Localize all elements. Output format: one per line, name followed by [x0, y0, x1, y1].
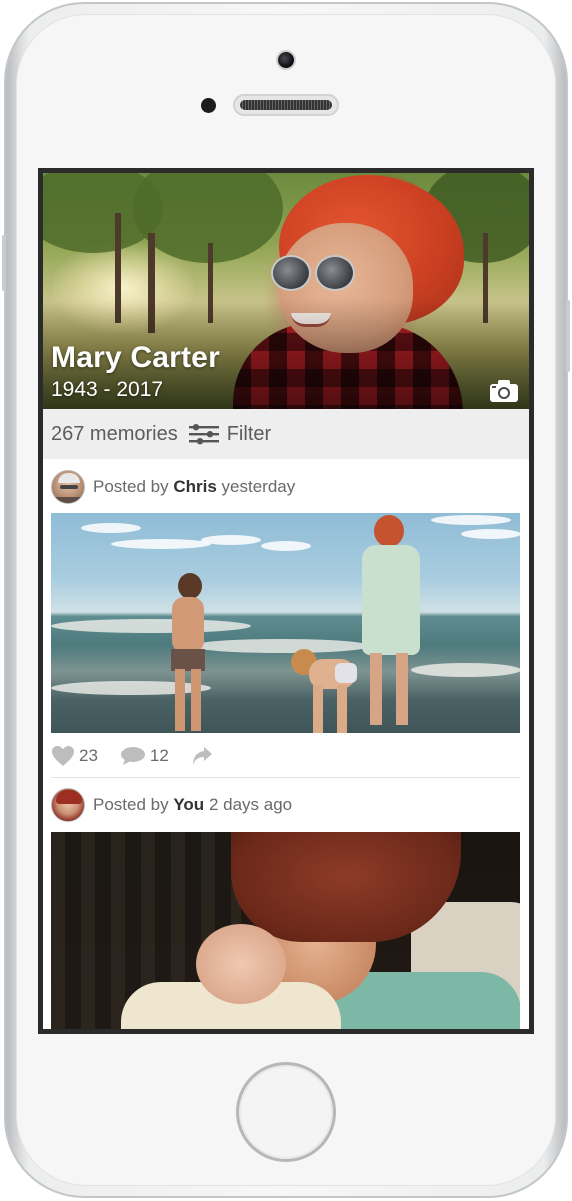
filter-bar: 267 memories Filter [43, 409, 529, 459]
post-time: 2 days ago [208, 795, 293, 814]
screen: Mary Carter 1943 - 2017 267 memories Fil… [38, 168, 534, 1034]
post-author[interactable]: Chris [173, 477, 216, 496]
share-button[interactable] [191, 745, 213, 767]
post-photo[interactable] [51, 513, 520, 733]
filter-button[interactable]: Filter [188, 423, 271, 446]
post-divider [51, 777, 520, 778]
post-author[interactable]: You [173, 795, 204, 814]
share-arrow-icon [192, 747, 212, 765]
profile-name: Mary Carter [51, 341, 220, 374]
post-time: yesterday [221, 477, 296, 496]
power-button [566, 300, 570, 372]
volume-button [2, 235, 6, 291]
avatar[interactable] [51, 788, 85, 822]
post-header: Posted by Chris yesterday [51, 469, 295, 505]
filter-label: Filter [226, 422, 272, 445]
comment-count: 12 [149, 746, 169, 765]
memorial-app: Mary Carter 1943 - 2017 267 memories Fil… [43, 173, 529, 1029]
post-meta: Posted by You 2 days ago [93, 795, 292, 815]
sliders-icon [188, 424, 219, 445]
like-button[interactable]: 23 [51, 745, 98, 767]
memory-count: 267 memories [51, 422, 178, 445]
post-prefix: Posted by [93, 477, 169, 496]
profile-years: 1943 - 2017 [51, 378, 164, 401]
post-photo[interactable] [51, 832, 520, 1029]
front-camera [276, 50, 296, 70]
proximity-sensor [201, 98, 216, 113]
like-count: 23 [79, 746, 98, 765]
post-prefix: Posted by [93, 795, 169, 814]
heart-icon [52, 746, 74, 766]
camera-icon[interactable] [489, 379, 519, 403]
home-button[interactable] [236, 1062, 336, 1162]
profile-cover-photo: Mary Carter 1943 - 2017 [43, 173, 529, 409]
post-meta: Posted by Chris yesterday [93, 477, 295, 497]
comment-button[interactable]: 12 [120, 746, 169, 766]
post-actions: 23 12 [51, 739, 235, 773]
post-header: Posted by You 2 days ago [51, 787, 292, 823]
avatar[interactable] [51, 470, 85, 504]
earpiece-speaker [233, 94, 339, 116]
speech-bubble-icon [120, 747, 145, 765]
